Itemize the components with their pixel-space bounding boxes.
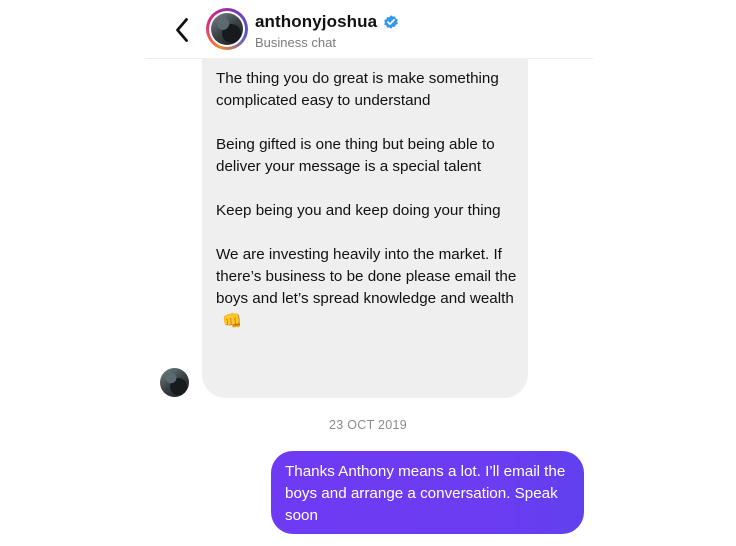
fist-emoji-icon: 👊 [222,313,242,330]
profile-username[interactable]: anthonyjoshua [255,12,377,32]
profile-avatar[interactable] [206,8,248,50]
incoming-message-paragraph: Keep being you and keep doing your thing [216,202,501,219]
incoming-message-paragraph: The thing you do great is make something… [216,70,499,109]
verified-badge-icon [383,14,399,30]
incoming-message-paragraph: Being gifted is one thing but being able… [216,136,495,175]
back-button[interactable] [170,16,194,44]
incoming-message-bubble[interactable]: The thing you do great is make something… [202,20,528,398]
chevron-left-icon [174,17,190,43]
profile-photo [211,13,243,45]
outgoing-message-bubble[interactable]: Thanks Anthony means a lot. I’ll email t… [271,451,584,534]
chat-subtitle: Business chat [255,35,336,50]
sender-avatar[interactable] [160,368,189,397]
outgoing-message-text: Thanks Anthony means a lot. I’ll email t… [285,463,566,524]
profile-name-row[interactable]: anthonyjoshua [255,12,399,32]
incoming-message-paragraph: We are investing heavily into the market… [216,244,521,332]
profile-avatar-inner-ring [209,11,245,47]
chat-header: anthonyjoshua Business chat [0,0,736,58]
incoming-message-text: We are investing heavily into the market… [216,246,517,307]
date-separator: 23 OCT 2019 [328,418,408,432]
